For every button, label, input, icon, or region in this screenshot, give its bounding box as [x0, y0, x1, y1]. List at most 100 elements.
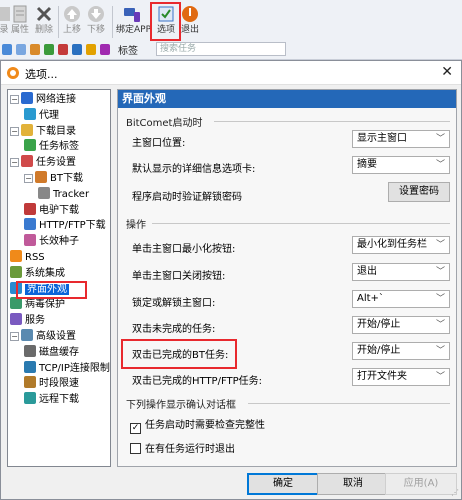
tree-item-bt[interactable]: − BT下载 — [24, 171, 83, 186]
tree-item-label: Tracker — [53, 188, 90, 200]
tree-toggle-icon[interactable]: − — [10, 126, 19, 136]
default-tab-select[interactable]: 摘要 ﹀ — [352, 156, 450, 174]
mini-folder-icon[interactable] — [86, 44, 96, 55]
task-settings-icon — [21, 155, 33, 168]
lock-row-highlight — [121, 339, 237, 369]
chevron-down-icon: ﹀ — [435, 240, 445, 250]
tree-item-rss[interactable]: RSS — [10, 250, 45, 265]
tree-toggle-icon[interactable]: − — [10, 332, 19, 341]
mini-start-icon[interactable] — [44, 44, 54, 55]
tree-item-task-settings[interactable]: − 任务设置 — [10, 155, 76, 170]
mini-task-icon[interactable] — [2, 44, 12, 55]
delete-button[interactable]: 删除 — [30, 2, 58, 36]
confirm-integrity-checkbox[interactable]: ✓ — [130, 423, 141, 434]
delete-icon — [36, 6, 52, 22]
tree-item-label: BT下载 — [50, 173, 83, 184]
rss-icon — [10, 250, 22, 262]
dialog-titlebar[interactable]: 选项... ✕ — [1, 61, 461, 85]
tree-item-label: 电驴下载 — [39, 204, 79, 216]
lock-label: 锁定或解锁主窗口: — [132, 298, 216, 309]
ed2k-icon — [24, 202, 36, 215]
move-down-button[interactable]: 下移 — [82, 2, 110, 36]
mini-stop-icon[interactable] — [58, 44, 68, 55]
proxy-icon — [24, 107, 36, 120]
mini-settings-icon[interactable] — [16, 44, 26, 55]
main-window-position-label: 主窗口位置: — [132, 138, 186, 149]
tree-toggle-icon[interactable]: − — [24, 174, 33, 183]
remote-download-icon — [24, 392, 36, 405]
confirm-integrity-row[interactable]: ✓ 任务启动时需要检查完整性 — [130, 416, 265, 434]
appearance-panel: 界面外观 BitComet启动时 主窗口位置: 显示主窗口 ﹀ 默认显示的详细信息… — [117, 89, 457, 467]
chevron-down-icon: ﹀ — [435, 267, 445, 277]
options-tree[interactable]: − 网络连接 代理 − 下载目录 任务标签 − 任务设置 − BT下载 Tracker 电驴下载 HTT… — [7, 89, 111, 467]
apply-button[interactable]: 应用(A) — [385, 473, 457, 495]
network-icon — [21, 92, 33, 104]
tree-toggle-icon[interactable]: − — [10, 95, 19, 104]
resize-grip-icon[interactable]: ⋰ — [451, 488, 459, 497]
tree-item-schedule[interactable]: 时段限速 — [24, 376, 79, 391]
virus-protection-icon — [10, 297, 22, 310]
mini-tag-icon[interactable] — [100, 44, 110, 55]
tree-item-tag[interactable]: 任务标签 — [24, 139, 79, 154]
tree-item-system-integration[interactable]: 系统集成 — [10, 265, 65, 281]
options-dialog: 选项... ✕ − 网络连接 代理 − 下载目录 任务标签 − 任务设置 − BT下载 Tracke… — [0, 60, 462, 500]
chevron-down-icon: ﹀ — [435, 346, 445, 356]
minimize-select[interactable]: 最小化到任务栏 ﹀ — [352, 236, 450, 254]
tag-icon — [24, 139, 36, 152]
tree-item-tcpip[interactable]: TCP/IP连接限制 — [24, 360, 110, 376]
long-seed-icon — [24, 234, 36, 247]
mini-refresh-icon[interactable] — [72, 44, 82, 55]
set-password-button[interactable]: 设置密码 — [388, 182, 450, 202]
tree-item-advanced[interactable]: − 高级设置 — [10, 329, 76, 344]
tag-label[interactable]: 标签 — [118, 42, 138, 57]
tree-item-network[interactable]: − 网络连接 — [10, 92, 76, 107]
tree-item-http-ftp[interactable]: HTTP/FTP下载 — [24, 218, 106, 233]
move-up-icon — [64, 6, 80, 22]
close-action-select[interactable]: 退出 ﹀ — [352, 263, 450, 281]
properties-icon — [13, 5, 27, 23]
tree-item-disk-cache[interactable]: 磁盘缓存 — [24, 344, 79, 360]
bitcomet-app-icon — [7, 67, 19, 79]
tree-item-remote-download[interactable]: 远程下载 — [24, 392, 79, 407]
tree-item-folder[interactable]: − 下载目录 — [10, 123, 76, 139]
options-highlight — [150, 2, 181, 41]
dbl-http-label: 双击已完成的HTTP/FTP任务: — [132, 376, 263, 387]
folder-icon — [21, 123, 33, 136]
bt-icon — [35, 171, 47, 183]
tree-item-service[interactable]: 服务 — [10, 313, 45, 328]
mini-seed-icon[interactable] — [30, 44, 40, 55]
chevron-down-icon: ﹀ — [435, 320, 445, 330]
cancel-button[interactable]: 取消 — [317, 473, 389, 495]
advanced-icon — [21, 329, 33, 341]
dbl-bt-select[interactable]: 开始/停止 ﹀ — [352, 342, 450, 360]
tree-item-label: 代理 — [39, 109, 59, 121]
tree-item-long-seed[interactable]: 长效种子 — [24, 234, 79, 249]
tree-item-tracker[interactable]: Tracker — [38, 186, 90, 202]
main-toolbar: 录 属性 删除 上移 下移 绑定APP 选项 退出 标签 搜索任务 — [0, 0, 462, 60]
dbl-http-select[interactable]: 打开文件夹 ﹀ — [352, 368, 450, 386]
tree-item-virus-protection[interactable]: 病毒保护 — [10, 297, 65, 312]
search-input[interactable]: 搜索任务 — [156, 42, 286, 56]
close-icon[interactable]: ✕ — [441, 64, 453, 80]
confirm-exit-checkbox[interactable] — [130, 443, 141, 454]
tcpip-icon — [24, 360, 36, 373]
panel-title: 界面外观 — [118, 90, 456, 108]
confirm-exit-row[interactable]: 在有任务运行时退出 — [130, 440, 235, 455]
appearance-highlight — [16, 281, 87, 299]
bind-app-button[interactable]: 绑定APP — [116, 2, 151, 36]
dialog-title: 选项... — [25, 68, 58, 81]
chevron-down-icon: ﹀ — [435, 294, 445, 304]
tree-item-proxy[interactable]: 代理 — [24, 107, 59, 123]
ok-button[interactable]: 确定 — [247, 473, 319, 495]
tree-toggle-icon[interactable]: − — [10, 158, 19, 168]
tree-item-ed2k[interactable]: 电驴下载 — [24, 202, 79, 218]
dbl-unfinished-label: 双击未完成的任务: — [132, 324, 216, 335]
service-icon — [10, 313, 22, 326]
dbl-unfinished-select[interactable]: 开始/停止 ﹀ — [352, 316, 450, 334]
lock-hotkey-select[interactable]: Alt+` ﹀ — [352, 290, 450, 308]
close-action-label: 单击主窗口关闭按钮: — [132, 271, 226, 282]
tree-item-label: 远程下载 — [39, 394, 79, 406]
http-ftp-icon — [24, 218, 36, 231]
main-window-position-select[interactable]: 显示主窗口 ﹀ — [352, 130, 450, 148]
tree-item-label: TCP/IP连接限制 — [39, 362, 110, 374]
